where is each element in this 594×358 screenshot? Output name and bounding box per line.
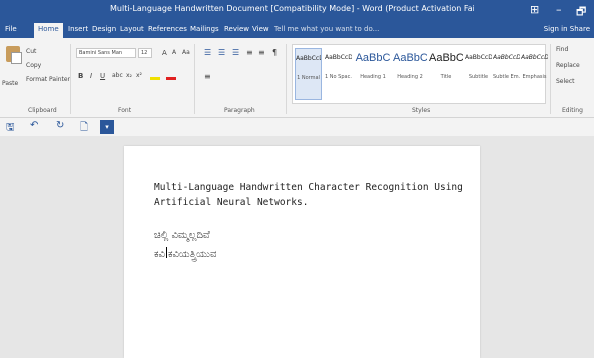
new-document-icon[interactable]: 🗋	[80, 120, 88, 137]
increase-indent-icon[interactable]: ≡	[258, 48, 265, 57]
font-group-label: Font	[118, 107, 132, 114]
paste-button[interactable]: Paste	[2, 80, 18, 87]
sign-in-share[interactable]: Sign in Share	[544, 25, 590, 33]
font-size-dropdown[interactable]: 12	[138, 48, 152, 58]
tab-home[interactable]: Home	[34, 23, 63, 38]
window-title: Multi-Language Handwritten Document [Com…	[110, 4, 474, 13]
tab-insert[interactable]: Insert	[68, 25, 88, 33]
strikethrough-button[interactable]: abc	[112, 72, 123, 79]
style-preview: AaBbC	[355, 52, 391, 64]
font-name-dropdown[interactable]: Bamini Sans Man	[76, 48, 136, 58]
document-canvas[interactable]: Multi-Language Handwritten Character Rec…	[0, 136, 594, 358]
change-case-button[interactable]: Aa	[182, 49, 190, 56]
styles-group-label: Styles	[412, 107, 431, 114]
group-divider	[194, 44, 195, 114]
align-left-icon[interactable]: ≡	[204, 72, 211, 81]
group-divider	[550, 44, 551, 114]
clipboard-group-label: Clipboard	[28, 107, 57, 114]
style-name: 1 Normal	[297, 75, 320, 81]
style-subtle-emphasis[interactable]: AaBbCcDi Subtle Em...	[493, 48, 520, 80]
group-divider	[286, 44, 287, 114]
replace-button[interactable]: Replace	[556, 62, 580, 69]
style-heading-2[interactable]: AaBbC Heading 2	[393, 48, 427, 80]
multilevel-list-icon[interactable]: ☰	[232, 48, 239, 57]
style-name: 1 No Spac...	[325, 74, 352, 80]
save-icon[interactable]: 🖫	[6, 120, 15, 137]
restore-icon[interactable]: 🗗	[576, 3, 586, 22]
share-button[interactable]: Share	[570, 25, 590, 33]
tab-file[interactable]: File	[5, 25, 17, 33]
grow-font-button[interactable]: A	[162, 49, 167, 57]
style-title[interactable]: AaBbC Title	[429, 48, 463, 80]
style-preview: AaBbCcD	[465, 54, 492, 61]
tell-me-search[interactable]: Tell me what you want to do...	[274, 25, 379, 33]
style-name: Heading 1	[360, 74, 386, 80]
cut-button[interactable]: Cut	[26, 48, 36, 55]
tab-view[interactable]: View	[252, 25, 269, 33]
minimize-icon[interactable]: –	[556, 3, 562, 16]
style-name: Emphasis	[522, 74, 547, 80]
kannada-word: ಕವಿ	[154, 249, 165, 260]
quick-access-toolbar: 🖫 ↶ ↻ 🗋 ▾	[0, 118, 594, 136]
text-cursor	[165, 247, 167, 258]
style-normal[interactable]: AaBbCcDc 1 Normal	[295, 48, 322, 100]
document-text-line-1[interactable]: Multi-Language Handwritten Character Rec…	[154, 182, 463, 193]
sign-in-link[interactable]: Sign in	[544, 25, 568, 33]
kannada-text-line-1[interactable]: ಚಿಲ್ಲಿ ವಿಮ್ಮಲ್ಲದಿವೆ	[154, 230, 210, 241]
style-name: Subtitle	[468, 74, 489, 80]
numbering-icon[interactable]: ☰	[218, 48, 225, 57]
bullets-icon[interactable]: ☰	[204, 48, 211, 57]
ribbon-display-options-icon[interactable]: ⊞	[530, 3, 539, 16]
style-preview: AaBbCcDc	[325, 54, 352, 61]
style-preview: AaBbCcDi	[521, 54, 548, 61]
document-page[interactable]: Multi-Language Handwritten Character Rec…	[124, 146, 480, 358]
format-painter-button[interactable]: Format Painter	[26, 76, 70, 83]
style-preview: AaBbCcDi	[493, 54, 520, 61]
tab-design[interactable]: Design	[92, 25, 116, 33]
style-preview: AaBbC	[393, 52, 427, 64]
style-preview: AaBbC	[429, 52, 463, 64]
select-button[interactable]: Select	[556, 78, 575, 85]
kannada-word: ಕವಿಯತ್ತ್ರಿಯುವ	[167, 249, 217, 260]
style-no-spacing[interactable]: AaBbCcDc 1 No Spac...	[325, 48, 352, 80]
styles-gallery: AaBbCcDc 1 Normal AaBbCcDc 1 No Spac... …	[292, 44, 548, 104]
superscript-button[interactable]: x²	[136, 72, 142, 79]
bold-button[interactable]: B	[78, 72, 83, 80]
title-bar: Multi-Language Handwritten Document [Com…	[0, 0, 594, 22]
find-button[interactable]: Find	[556, 46, 568, 53]
paragraph-group-label: Paragraph	[224, 107, 255, 114]
underline-button[interactable]: U	[100, 72, 105, 80]
customize-toolbar-icon[interactable]: ▾	[100, 120, 114, 134]
style-subtitle[interactable]: AaBbCcD Subtitle	[465, 48, 492, 80]
style-name: Subtle Em...	[493, 74, 520, 80]
shrink-font-button[interactable]: A	[172, 49, 176, 56]
font-color-icon[interactable]	[166, 70, 176, 80]
style-emphasis[interactable]: AaBbCcDi Emphasis	[521, 48, 548, 80]
copy-button[interactable]: Copy	[26, 62, 41, 69]
subscript-button[interactable]: x₂	[126, 72, 132, 79]
group-divider	[70, 44, 71, 114]
document-text-line-2[interactable]: Artificial Neural Networks.	[154, 197, 308, 208]
ribbon-home: Paste Cut Copy Format Painter Clipboard …	[0, 38, 594, 118]
style-name: Title	[440, 74, 452, 80]
decrease-indent-icon[interactable]: ≡	[246, 48, 253, 57]
tab-mailings[interactable]: Mailings	[190, 25, 219, 33]
tab-references[interactable]: References	[148, 25, 187, 33]
undo-icon[interactable]: ↶	[30, 120, 38, 131]
tab-layout[interactable]: Layout	[120, 25, 144, 33]
ribbon-tabs: File Home Insert Design Layout Reference…	[0, 22, 594, 38]
style-name: Heading 2	[397, 74, 423, 80]
tab-review[interactable]: Review	[224, 25, 249, 33]
style-heading-1[interactable]: AaBbC Heading 1	[355, 48, 391, 80]
paste-icon[interactable]	[6, 46, 22, 64]
kannada-text-line-2[interactable]: ಕವಿ ಕವಿಯತ್ತ್ರಿಯುವ	[154, 247, 216, 260]
style-preview: AaBbCcDc	[296, 55, 321, 62]
highlight-icon[interactable]	[150, 70, 160, 80]
italic-button[interactable]: I	[90, 72, 92, 80]
editing-group-label: Editing	[562, 107, 583, 114]
pilcrow-icon[interactable]: ¶	[272, 48, 277, 57]
redo-icon[interactable]: ↻	[56, 120, 64, 131]
